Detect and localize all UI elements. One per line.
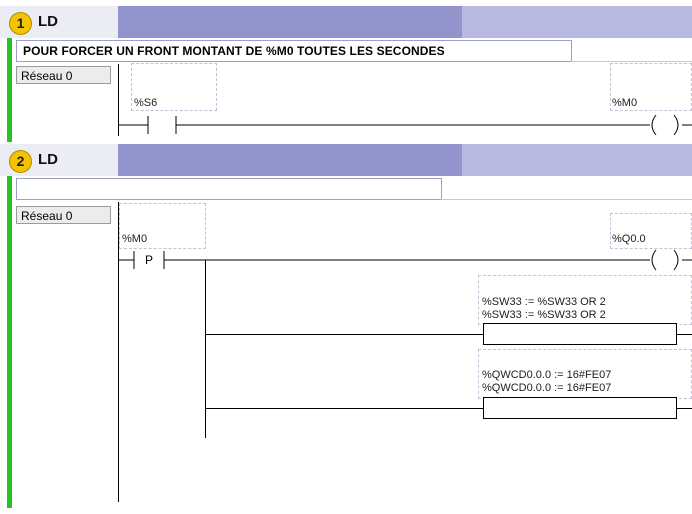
section-1-header-bar-right bbox=[462, 6, 692, 38]
section-2-header-bar-right bbox=[462, 144, 692, 176]
section-2-comment-underline bbox=[441, 199, 692, 200]
section-1-comment-text: POUR FORCER UN FRONT MONTANT DE %M0 TOUT… bbox=[23, 44, 445, 58]
section-1-number-badge: 1 bbox=[9, 12, 32, 35]
section-1-header[interactable]: 1 LD bbox=[0, 6, 692, 38]
section-2-block-1-line-2: %SW33 := %SW33 OR 2 bbox=[482, 309, 606, 321]
section-1-coil-icon[interactable] bbox=[648, 114, 684, 138]
section-2-block-2-wire bbox=[205, 408, 484, 409]
section-2-block-2-line-2: %QWCD0.0.0 := 16#FE07 bbox=[482, 382, 612, 394]
section-2-block-1-line-1: %SW33 := %SW33 OR 2 bbox=[482, 296, 606, 308]
section-1-language-label: LD bbox=[38, 13, 58, 30]
section-1-contact-var[interactable]: %S6 bbox=[134, 97, 157, 109]
section-2-rung bbox=[118, 249, 692, 271]
section-2-block-1-wire bbox=[205, 334, 484, 335]
section-2-header[interactable]: 2 LD bbox=[0, 144, 692, 176]
section-2-header-bar bbox=[118, 144, 462, 176]
section-2-contact-var[interactable]: %M0 bbox=[122, 233, 147, 245]
section-2-operation-block-1[interactable] bbox=[483, 323, 677, 345]
section-2-coil-icon[interactable] bbox=[648, 249, 684, 273]
section-2-operation-block-2[interactable] bbox=[483, 397, 677, 419]
section-1-comment-underline bbox=[571, 61, 692, 62]
section-2-language-label: LD bbox=[38, 151, 58, 168]
section-2-block-2-out-wire bbox=[677, 408, 692, 409]
section-1-rung bbox=[118, 114, 692, 136]
section-2-rising-edge-contact-symbol[interactable]: P bbox=[136, 253, 162, 267]
section-1-network-label[interactable]: Réseau 0 bbox=[16, 66, 111, 84]
section-2-margin-bar bbox=[7, 176, 12, 508]
section-2-comment-box[interactable] bbox=[16, 178, 442, 200]
section-2-block-1-out-wire bbox=[677, 334, 692, 335]
section-1-header-bar bbox=[118, 6, 462, 38]
section-2-network-label[interactable]: Réseau 0 bbox=[16, 206, 111, 224]
section-1-coil-var[interactable]: %M0 bbox=[612, 97, 637, 109]
section-2-number-badge: 2 bbox=[9, 150, 32, 173]
section-2-branch-line bbox=[205, 260, 206, 438]
section-1-comment-box[interactable]: POUR FORCER UN FRONT MONTANT DE %M0 TOUT… bbox=[16, 40, 572, 62]
section-2-block-2-line-1: %QWCD0.0.0 := 16#FE07 bbox=[482, 369, 612, 381]
section-1-no-contact-icon[interactable] bbox=[146, 114, 178, 136]
section-2-coil-var[interactable]: %Q0.0 bbox=[612, 233, 646, 245]
